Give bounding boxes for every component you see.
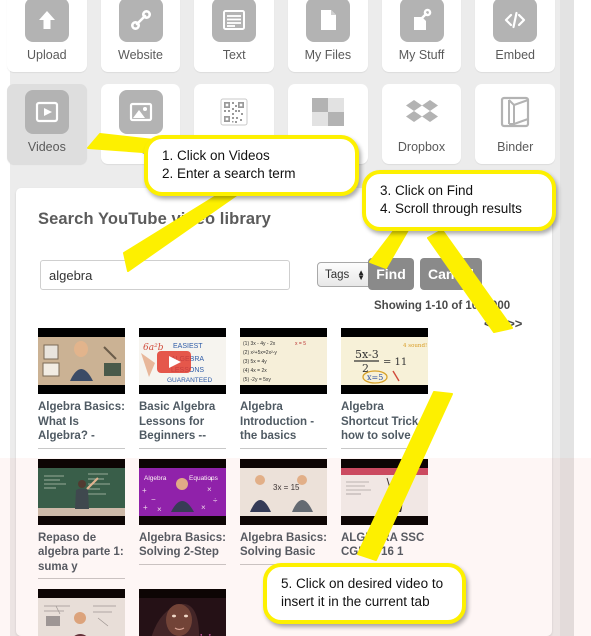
screenshot-root: Upload Website Text My Files My Stuff Em…: [0, 0, 591, 636]
tool-label: Upload: [27, 48, 67, 62]
svg-text:x=5: x=5: [367, 373, 383, 382]
tool-tile-text[interactable]: Text: [194, 0, 275, 72]
tool-row-primary: Upload Website Text My Files My Stuff Em…: [0, 0, 562, 72]
result-title: Algebra Basics: Solving Basic: [240, 531, 327, 559]
video-thumbnail[interactable]: algbra: [139, 589, 226, 636]
video-thumbnail[interactable]: 3x = 15: [240, 458, 327, 525]
result-divider: [139, 447, 226, 449]
video-thumbnail[interactable]: 6a²b EASIEST ALGEBRA LESSONS GUARANTEED: [139, 328, 226, 394]
tool-tile-website[interactable]: Website: [100, 0, 181, 72]
result-item[interactable]: algbra: [139, 589, 226, 636]
svg-text:EASIEST: EASIEST: [173, 343, 203, 350]
tool-label: Website: [118, 48, 163, 62]
tool-label: Binder: [497, 140, 534, 154]
link-chain-icon: [118, 0, 163, 42]
tool-tile-my-stuff[interactable]: My Stuff: [381, 0, 462, 72]
dropbox-icon: [400, 90, 444, 134]
svg-text:(5) -2y = 5xy: (5) -2y = 5xy: [243, 377, 271, 383]
video-thumbnail[interactable]: (1) 3x - 4y - 2x x = 5 (2) x²+5x=2x²-y (3…: [240, 328, 327, 394]
svg-text:÷: ÷: [213, 496, 218, 505]
svg-text:4 sound!: 4 sound!: [403, 343, 427, 349]
picture-mountain-icon: [118, 90, 163, 134]
tags-select-label: Tags: [325, 268, 350, 281]
file-page-icon: [305, 0, 350, 42]
callout-steps-1-2: 1. Click on Videos 2. Enter a search ter…: [144, 135, 359, 196]
svg-text:Algebra: Algebra: [144, 475, 167, 482]
play-button-icon: [24, 90, 69, 134]
svg-text:×: ×: [157, 505, 162, 514]
video-thumbnail[interactable]: 4 sound! 5x-3 2 = 11 x=5: [341, 328, 428, 394]
text-lines-icon: [212, 0, 257, 42]
callout-line: insert it in the current tab: [281, 594, 430, 609]
callout-step-5: 5. Click on desired video to insert it i…: [263, 563, 466, 624]
tool-label: Embed: [495, 48, 535, 62]
svg-text:= 11: = 11: [383, 357, 407, 368]
callout-line: 4. Scroll through results: [380, 201, 522, 216]
upload-arrow-icon: [24, 0, 69, 42]
tool-label: My Stuff: [398, 48, 445, 62]
svg-text:5x-3: 5x-3: [355, 348, 379, 361]
result-item[interactable]: 3x = 15 Algebra Basics: Solving Basic: [240, 458, 327, 580]
qr-code-icon: [212, 90, 256, 134]
svg-text:×: ×: [201, 503, 206, 512]
svg-text:(4) 4x = 2x: (4) 4x = 2x: [243, 368, 267, 374]
result-item[interactable]: Repaso de algebra parte 1: suma y: [38, 458, 125, 579]
video-thumbnail[interactable]: [38, 589, 125, 636]
result-title: Algebra Basics: Solving 2-Step: [139, 531, 226, 559]
checker-grid-icon: [306, 90, 350, 134]
callout-steps-3-4: 3. Click on Find 4. Scroll through resul…: [362, 170, 556, 231]
result-item[interactable]: (1) 3x - 4y - 2x x = 5 (2) x²+5x=2x²-y (3…: [240, 328, 327, 449]
result-title: Algebra Basics: What Is Algebra? -: [38, 401, 125, 442]
link-file-icon: [399, 0, 444, 42]
result-divider: [38, 578, 125, 579]
result-title: Basic Algebra Lessons for Beginners --: [139, 401, 216, 442]
svg-text:Equations: Equations: [189, 475, 219, 482]
result-item[interactable]: [38, 589, 125, 636]
code-brackets-icon: [493, 0, 538, 42]
tool-label: Text: [222, 48, 246, 62]
callout-arrow-to-results: [350, 391, 480, 572]
callout-arrow-to-find: [356, 227, 426, 278]
tool-label: Dropbox: [397, 140, 446, 154]
callout-line: 3. Click on Find: [380, 183, 474, 198]
video-thumbnail[interactable]: [38, 458, 125, 525]
tool-tile-dropbox[interactable]: Dropbox: [381, 84, 462, 164]
binder-cube-icon: [493, 90, 537, 134]
svg-text:+: +: [143, 503, 148, 512]
video-thumbnail[interactable]: [38, 328, 125, 394]
tool-tile-embed[interactable]: Embed: [475, 0, 556, 72]
svg-text:(3) 5x = 4y: (3) 5x = 4y: [243, 359, 267, 365]
result-title: Repaso de algebra parte 1: suma y: [38, 531, 124, 573]
result-divider: [240, 447, 327, 449]
callout-arrow-to-search-input: [108, 184, 258, 285]
video-thumbnail[interactable]: Algebra Equations + − + × × ÷ × +: [139, 458, 226, 525]
svg-text:−: −: [151, 495, 156, 504]
svg-text:(1) 3x - 4y - 2x: (1) 3x - 4y - 2x: [243, 341, 276, 347]
callout-line: 5. Click on desired video to: [281, 576, 444, 591]
result-item[interactable]: 6a²b EASIEST ALGEBRA LESSONS GUARANTEED …: [139, 328, 226, 449]
svg-text:(2) x²+5x=2x²-y: (2) x²+5x=2x²-y: [243, 350, 277, 356]
tool-tile-binder[interactable]: Binder: [475, 84, 556, 164]
result-item[interactable]: Algebra Equations + − + × × ÷ × + Algebra: [139, 458, 226, 580]
callout-arrow-to-pager: [420, 228, 530, 338]
svg-text:+: +: [142, 486, 147, 495]
svg-text:×: ×: [207, 485, 212, 494]
right-scroll-gutter[interactable]: [560, 0, 574, 636]
svg-text:+: +: [209, 475, 214, 484]
svg-text:3x = 15: 3x = 15: [273, 483, 300, 492]
svg-text:x = 5: x = 5: [295, 341, 306, 347]
tool-tile-my-files[interactable]: My Files: [288, 0, 368, 72]
callout-line: 2. Enter a search term: [162, 166, 296, 181]
tool-label: My Files: [304, 48, 352, 62]
callout-line: 1. Click on Videos: [162, 148, 270, 163]
result-title: Algebra Introduction - the basics: [240, 401, 315, 442]
svg-text:GUARANTEED: GUARANTEED: [167, 377, 212, 384]
result-divider: [139, 563, 226, 565]
tool-tile-upload[interactable]: Upload: [7, 0, 87, 72]
right-margin: [574, 0, 591, 636]
result-divider: [38, 447, 125, 449]
result-item[interactable]: Algebra Basics: What Is Algebra? -: [38, 328, 125, 449]
